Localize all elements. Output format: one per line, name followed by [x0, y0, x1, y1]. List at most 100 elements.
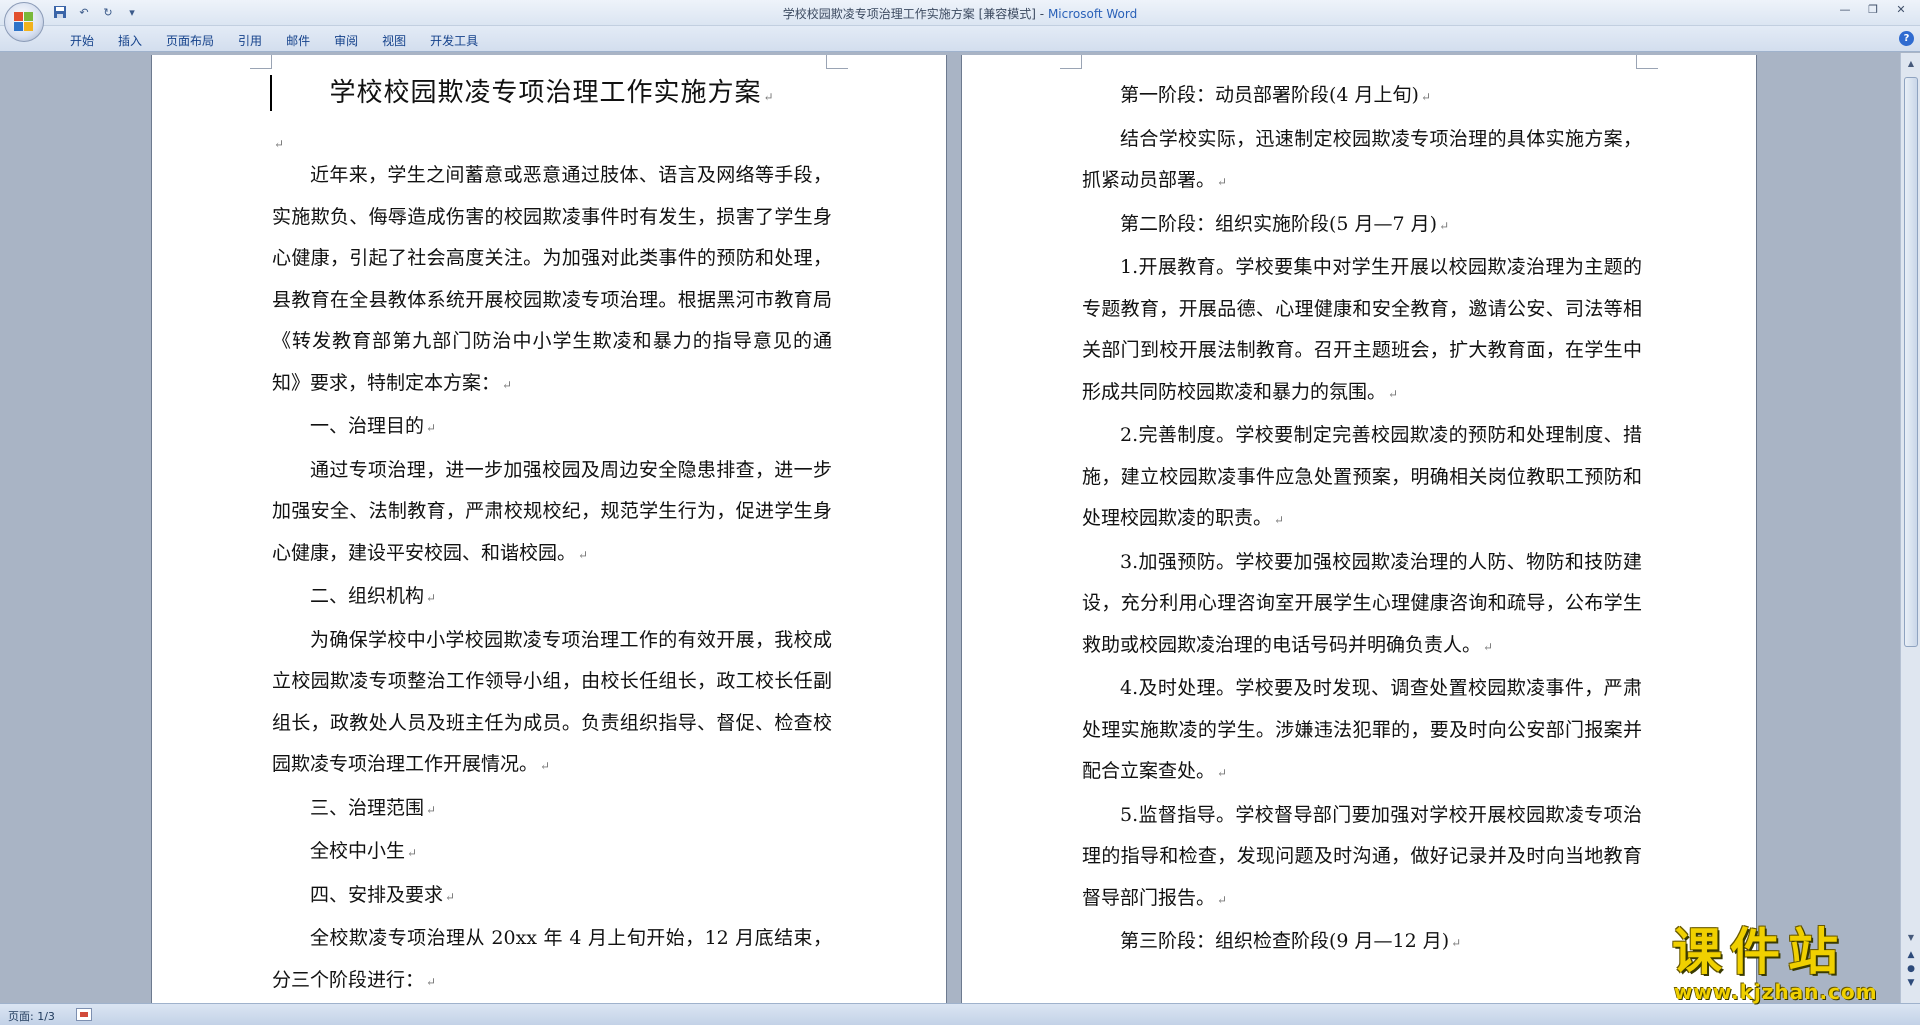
page-indicator[interactable]: 页面: 1/3 — [8, 1008, 55, 1024]
previous-page-icon[interactable]: ▲ — [1904, 949, 1918, 961]
tab-references[interactable]: 引用 — [226, 30, 274, 51]
empty-paragraph[interactable]: ↵ — [272, 131, 832, 155]
paragraph-text: 全校欺凌专项治理从 20xx 年 4 月上旬开始，12 月底结束，分三个阶段进行… — [272, 927, 832, 991]
office-button[interactable] — [4, 2, 44, 42]
tab-insert[interactable]: 插入 — [106, 30, 154, 51]
paragraph-mark: ↵ — [1217, 766, 1228, 780]
site-watermark-logo: 课件站 www.kjzhan.com — [1672, 924, 1902, 1004]
next-page-icon[interactable]: ▼ — [1904, 977, 1918, 989]
paragraph[interactable]: 4.及时处理。学校要及时发现、调查处置校园欺凌事件，严肃处理实施欺凌的学生。涉嫌… — [1082, 668, 1642, 795]
paragraph[interactable]: 全校欺凌专项治理从 20xx 年 4 月上旬开始，12 月底结束，分三个阶段进行… — [272, 918, 832, 1003]
paragraph-mark: ↵ — [1388, 386, 1399, 401]
paragraph-mark: ↵ — [407, 846, 418, 860]
window-controls: — ❐ ✕ — [1834, 2, 1912, 18]
paragraph-mark: ↵ — [502, 377, 513, 392]
paragraph[interactable]: 近年来，学生之间蓄意或恶意通过肢体、语言及网络等手段，实施欺负、侮辱造成伤害的校… — [272, 155, 832, 406]
section-heading-text: 三、治理范围 — [310, 796, 425, 819]
paragraph-mark: ↵ — [763, 90, 775, 104]
maximize-icon[interactable]: ❐ — [1862, 2, 1884, 18]
paragraph-mark: ↵ — [1439, 218, 1450, 233]
paragraph[interactable]: 1.开展教育。学校要集中对学生开展以校园欺凌治理为主题的专题教育，开展品德、心理… — [1082, 247, 1642, 415]
paragraph[interactable]: 2.完善制度。学校要制定完善校园欺凌的预防和处理制度、措施，建立校园欺凌事件应急… — [1082, 415, 1642, 542]
section-heading[interactable]: 二、组织机构 ↵ — [272, 576, 832, 620]
window-title: 学校校园欺凌专项治理工作实施方案 [兼容模式] - Microsoft Word — [0, 5, 1920, 22]
page-1-text[interactable]: 学校校园欺凌专项治理工作实施方案 ↵ ↵ 近年来，学生之间蓄意或恶意通过肢体、语言… — [270, 75, 832, 1003]
paragraph-mark: ↵ — [1217, 892, 1228, 907]
customize-toolbar-icon[interactable]: ▾ — [124, 4, 140, 20]
close-icon[interactable]: ✕ — [1890, 2, 1912, 18]
document-name: 学校校园欺凌专项治理工作实施方案 [兼容模式] — [782, 7, 1036, 21]
title-separator: - — [1035, 7, 1048, 21]
paragraph-text: 为确保学校中小学校园欺凌专项治理工作的有效开展，我校成立校园欺凌专项整治工作领导… — [272, 628, 832, 776]
paragraph-text: 4.及时处理。学校要及时发现、调查处置校园欺凌事件，严肃处理实施欺凌的学生。涉嫌… — [1082, 677, 1642, 782]
ribbon: 开始 插入 页面布局 引用 邮件 审阅 视图 开发工具 ? — [0, 26, 1920, 52]
document-title-text: 学校校园欺凌专项治理工作实施方案 — [329, 78, 762, 108]
vertical-scrollbar[interactable]: ▲ ▼ ▲ ● ▼ — [1900, 53, 1920, 1003]
paragraph-mark: ↵ — [1420, 90, 1432, 104]
paragraph[interactable]: 全校中小生 ↵ — [272, 831, 832, 875]
paragraph-text: 1.开展教育。学校要集中对学生开展以校园欺凌治理为主题的专题教育，开展品德、心理… — [1082, 256, 1642, 403]
text-cursor — [270, 75, 272, 111]
paragraph-text: 近年来，学生之间蓄意或恶意通过肢体、语言及网络等手段，实施欺负、侮辱造成伤害的校… — [272, 164, 832, 394]
margin-corner-mark — [826, 55, 848, 69]
page-2-text[interactable]: 第一阶段：动员部署阶段(4 月上旬) ↵ 结合学校实际，迅速制定校园欺凌专项治理的… — [1082, 75, 1642, 965]
help-icon[interactable]: ? — [1899, 31, 1914, 46]
paragraph-mark: ↵ — [1217, 175, 1228, 189]
paragraph-mark: ↵ — [426, 421, 437, 435]
document-workspace[interactable]: 学校校园欺凌专项治理工作实施方案 ↵ ↵ 近年来，学生之间蓄意或恶意通过肢体、语言… — [0, 53, 1900, 1003]
tab-review[interactable]: 审阅 — [322, 30, 370, 51]
save-icon[interactable] — [52, 4, 68, 20]
office-logo-icon — [14, 12, 34, 32]
page-2[interactable]: 第一阶段：动员部署阶段(4 月上旬) ↵ 结合学校实际，迅速制定校园欺凌专项治理的… — [962, 55, 1756, 1003]
scroll-up-icon[interactable]: ▲ — [1904, 57, 1918, 71]
paragraph[interactable]: 通过专项治理，进一步加强校园及周边安全隐患排查，进一步加强安全、法制教育，严肃校… — [272, 450, 832, 577]
paragraph-mark: ↵ — [1451, 936, 1462, 950]
redo-icon[interactable]: ↻ — [100, 4, 116, 20]
section-heading[interactable]: 一、治理目的 ↵ — [272, 406, 832, 450]
phase-heading[interactable]: 第二阶段：组织实施阶段(5 月—7 月) ↵ — [1082, 204, 1642, 248]
paragraph-text: 2.完善制度。学校要制定完善校园欺凌的预防和处理制度、措施，建立校园欺凌事件应急… — [1082, 424, 1642, 529]
watermark-url: www.kjzhan.com — [1674, 980, 1878, 1004]
paragraph-mark: ↵ — [426, 974, 437, 989]
paragraph-mark: ↵ — [426, 591, 437, 605]
paragraph-mark: ↵ — [426, 802, 437, 817]
tab-home[interactable]: 开始 — [58, 30, 106, 51]
tab-view[interactable]: 视图 — [370, 30, 418, 51]
tab-page-layout[interactable]: 页面布局 — [154, 30, 226, 51]
document-title[interactable]: 学校校园欺凌专项治理工作实施方案 ↵ — [272, 75, 832, 115]
scroll-down-icon[interactable]: ▼ — [1904, 931, 1918, 945]
undo-icon[interactable]: ↶ — [76, 4, 92, 20]
paragraph-text: 5.监督指导。学校督导部门要加强对学校开展校园欺凌专项治理的指导和检查，发现问题… — [1082, 803, 1642, 909]
section-heading-text: 二、组织机构 — [310, 585, 425, 607]
paragraph-text: 全校中小生 — [310, 840, 406, 862]
proofing-icon[interactable] — [76, 1008, 92, 1021]
paragraph-text: 3.加强预防。学校要加强校园欺凌治理的人防、物防和技防建设，充分利用心理咨询室开… — [1082, 550, 1642, 656]
page-1[interactable]: 学校校园欺凌专项治理工作实施方案 ↵ ↵ 近年来，学生之间蓄意或恶意通过肢体、语言… — [152, 55, 946, 1003]
section-heading[interactable]: 四、安排及要求 ↵ — [272, 875, 832, 919]
paragraph-text: 结合学校实际，迅速制定校园欺凌专项治理的具体实施方案，抓紧动员部署。 — [1082, 127, 1642, 192]
paragraph-mark: ↵ — [540, 759, 551, 773]
tab-mailings[interactable]: 邮件 — [274, 30, 322, 51]
select-browse-object-icon[interactable]: ● — [1904, 963, 1918, 975]
paragraph-text: 通过专项治理，进一步加强校园及周边安全隐患排查，进一步加强安全、法制教育，严肃校… — [272, 458, 832, 564]
margin-corner-mark — [1636, 55, 1658, 69]
phase-heading[interactable]: 第一阶段：动员部署阶段(4 月上旬) ↵ — [1082, 75, 1642, 119]
phase-heading-text: 第一阶段：动员部署阶段(4 月上旬) — [1120, 84, 1419, 106]
paragraph-mark: ↵ — [1274, 513, 1285, 527]
paragraph[interactable]: 为确保学校中小学校园欺凌专项治理工作的有效开展，我校成立校园欺凌专项整治工作领导… — [272, 620, 832, 788]
status-bar: 页面: 1/3 — [0, 1003, 1920, 1025]
phase-heading-text: 第二阶段：组织实施阶段(5 月—7 月) — [1120, 212, 1438, 235]
quick-access-toolbar: ↶ ↻ ▾ — [52, 4, 140, 20]
paragraph[interactable]: 结合学校实际，迅速制定校园欺凌专项治理的具体实施方案，抓紧动员部署。 ↵ — [1082, 119, 1642, 204]
tab-developer[interactable]: 开发工具 — [418, 30, 490, 51]
section-heading-text: 四、安排及要求 — [310, 883, 444, 906]
paragraph[interactable]: 3.加强预防。学校要加强校园欺凌治理的人防、物防和技防建设，充分利用心理咨询室开… — [1082, 542, 1642, 669]
section-heading-text: 一、治理目的 — [310, 415, 425, 437]
phase-heading[interactable]: 第三阶段：组织检查阶段(9 月—12 月) ↵ — [1082, 921, 1642, 965]
paragraph[interactable]: 5.监督指导。学校督导部门要加强对学校开展校园欺凌专项治理的指导和检查，发现问题… — [1082, 795, 1642, 922]
section-heading[interactable]: 三、治理范围 ↵ — [272, 788, 832, 832]
paragraph-mark: ↵ — [274, 137, 285, 151]
scrollbar-thumb[interactable] — [1904, 77, 1918, 647]
minimize-icon[interactable]: — — [1834, 2, 1856, 18]
margin-corner-mark — [250, 55, 272, 69]
